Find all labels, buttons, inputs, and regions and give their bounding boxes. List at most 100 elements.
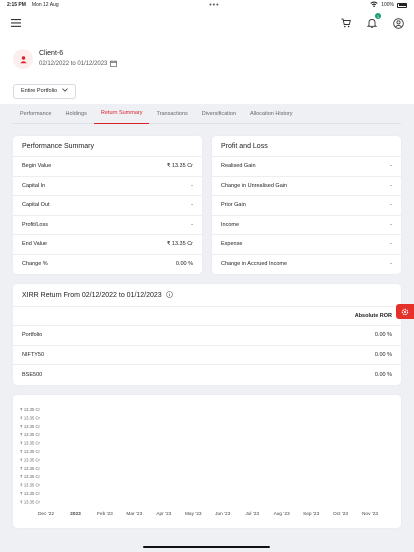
row-label: Realised Gain bbox=[221, 163, 256, 170]
floating-action-button[interactable] bbox=[396, 304, 414, 319]
table-row: Capital In - bbox=[13, 177, 202, 196]
table-row: Portfolio 0.00 % bbox=[13, 326, 401, 346]
table-row: BSE500 0.00 % bbox=[13, 365, 401, 385]
y-tick-label: ₹ 13.35 Cr bbox=[20, 457, 40, 462]
tabs-area: Performance Holdings Return Summary Tran… bbox=[0, 104, 414, 124]
table-row: Income - bbox=[212, 216, 401, 235]
x-tick-label: May '23 bbox=[185, 511, 202, 517]
table-row: Realised Gain - bbox=[212, 157, 401, 177]
performance-summary-title: Performance Summary bbox=[13, 136, 202, 157]
tab-performance[interactable]: Performance bbox=[13, 104, 59, 124]
table-row: Profit/Loss - bbox=[13, 216, 202, 235]
row-label: Portfolio bbox=[22, 332, 43, 339]
row-value: - bbox=[191, 182, 193, 189]
row-label: Change % bbox=[22, 261, 48, 268]
x-tick-label: Aug '23 bbox=[274, 511, 290, 517]
line-chart: ₹ 13.35 Cr ₹ 13.35 Cr ₹ 13.35 Cr ₹ 13.35 Cr… bbox=[20, 407, 378, 517]
y-tick-label: ₹ 13.35 Cr bbox=[20, 482, 40, 487]
x-tick-label: Jun '23 bbox=[215, 511, 231, 517]
x-tick-label: Oct '23 bbox=[333, 511, 348, 517]
row-value: 0.00 % bbox=[374, 351, 392, 358]
y-tick-label: ₹ 13.35 Cr bbox=[20, 432, 40, 437]
portfolio-select[interactable]: Entire Portfolio bbox=[13, 83, 77, 99]
y-tick-label: ₹ 13.35 Cr bbox=[20, 474, 40, 479]
chevron-down-icon bbox=[62, 88, 68, 94]
status-time: 2:15 PM bbox=[7, 2, 26, 8]
client-header: Client-6 02/12/2022 to 01/12/2023 bbox=[0, 36, 414, 74]
table-row: Begin Value ₹ 13.35 Cr bbox=[13, 157, 202, 177]
row-label: Profit/Loss bbox=[22, 221, 48, 228]
y-tick-label: ₹ 13.35 Cr bbox=[20, 465, 40, 470]
tab-transactions[interactable]: Transactions bbox=[149, 104, 194, 124]
row-label: End Value bbox=[22, 241, 47, 248]
table-row: Expense - bbox=[212, 235, 401, 255]
row-label: Capital Out bbox=[22, 202, 50, 209]
y-tick-label: ₹ 13.35 Cr bbox=[20, 440, 40, 445]
home-indicator[interactable] bbox=[143, 545, 270, 548]
row-value: 0.00 % bbox=[374, 332, 392, 339]
y-tick-label: ₹ 13.35 Cr bbox=[20, 415, 40, 420]
y-tick-label: ₹ 13.35 Cr bbox=[20, 491, 40, 496]
performance-summary-card: Performance Summary Begin Value ₹ 13.35 C… bbox=[13, 136, 202, 274]
portfolio-select-label: Entire Portfolio bbox=[21, 88, 58, 94]
table-row: Change % 0.00 % bbox=[13, 255, 202, 275]
status-date: Mon 12 Aug bbox=[31, 2, 59, 8]
x-tick-label: 2023 bbox=[70, 511, 81, 517]
wifi-icon bbox=[370, 1, 378, 9]
x-tick-label: Nov '23 bbox=[362, 511, 378, 517]
date-range-text: 02/12/2022 to 01/12/2023 bbox=[39, 61, 108, 67]
tab-allocation-history[interactable]: Allocation History bbox=[243, 104, 300, 124]
row-value: - bbox=[390, 261, 392, 268]
status-bar: 2:15 PM Mon 12 Aug ••• 100% bbox=[0, 0, 414, 10]
row-value: ₹ 13.35 Cr bbox=[166, 163, 193, 170]
battery-percent: 100% bbox=[381, 2, 394, 8]
row-label: Income bbox=[221, 221, 240, 228]
table-row: Capital Out - bbox=[13, 196, 202, 216]
x-tick-label: Sep '23 bbox=[303, 511, 319, 517]
row-label: Prior Gain bbox=[221, 202, 246, 209]
table-row: NIFTY50 0.00 % bbox=[13, 346, 401, 365]
x-tick-label: Apr '23 bbox=[156, 511, 171, 517]
cart-icon[interactable] bbox=[340, 17, 352, 29]
tab-holdings[interactable]: Holdings bbox=[59, 104, 94, 124]
table-row: Change in Accrued Income - bbox=[212, 255, 401, 275]
client-date-range[interactable]: 02/12/2022 to 01/12/2023 bbox=[39, 59, 118, 69]
profile-icon[interactable] bbox=[392, 17, 404, 29]
app-bar: 1 bbox=[0, 10, 414, 36]
row-label: Capital In bbox=[22, 182, 46, 189]
row-value: - bbox=[390, 182, 392, 189]
menu-icon[interactable] bbox=[10, 17, 22, 29]
user-icon bbox=[19, 55, 27, 63]
tab-diversification[interactable]: Diversification bbox=[195, 104, 243, 124]
profit-loss-card: Profit and Loss Realised Gain - Change in … bbox=[212, 136, 401, 274]
xirr-card: XIRR Return From 02/12/2022 to 01/12/202… bbox=[13, 284, 401, 385]
calendar-icon[interactable] bbox=[110, 59, 118, 69]
x-tick-label: Dec '22 bbox=[38, 511, 54, 517]
summary-cards: Performance Summary Begin Value ₹ 13.35 C… bbox=[0, 124, 414, 274]
y-tick-label: ₹ 13.35 Cr bbox=[20, 407, 40, 412]
table-row: Prior Gain - bbox=[212, 196, 401, 216]
row-value: 0.00 % bbox=[374, 371, 392, 378]
row-value: - bbox=[390, 163, 392, 170]
y-tick-label: ₹ 13.35 Cr bbox=[20, 499, 40, 504]
client-name: Client-6 bbox=[39, 49, 64, 57]
xirr-title-row: XIRR Return From 02/12/2022 to 01/12/202… bbox=[13, 284, 401, 307]
tab-return-summary[interactable]: Return Summary bbox=[93, 104, 150, 124]
multitask-dots[interactable]: ••• bbox=[209, 2, 219, 9]
row-label: Begin Value bbox=[22, 163, 52, 170]
row-value: - bbox=[191, 202, 193, 209]
table-row: End Value ₹ 13.35 Cr bbox=[13, 235, 202, 255]
xirr-column-header: Absolute ROR bbox=[13, 307, 401, 326]
gear-icon bbox=[401, 308, 409, 315]
client-avatar bbox=[13, 49, 33, 69]
row-value: - bbox=[191, 221, 193, 228]
info-icon[interactable] bbox=[165, 290, 173, 300]
chart-card: ₹ 13.35 Cr ₹ 13.35 Cr ₹ 13.35 Cr ₹ 13.35 Cr… bbox=[13, 394, 401, 528]
row-value: - bbox=[390, 221, 392, 228]
bell-icon[interactable]: 1 bbox=[366, 13, 381, 29]
y-tick-label: ₹ 13.35 Cr bbox=[20, 423, 40, 428]
row-label: BSE500 bbox=[22, 371, 43, 378]
row-label: Change in Unrealised Gain bbox=[221, 182, 288, 189]
tab-bar: Performance Holdings Return Summary Tran… bbox=[13, 104, 401, 124]
row-value: - bbox=[390, 202, 392, 209]
